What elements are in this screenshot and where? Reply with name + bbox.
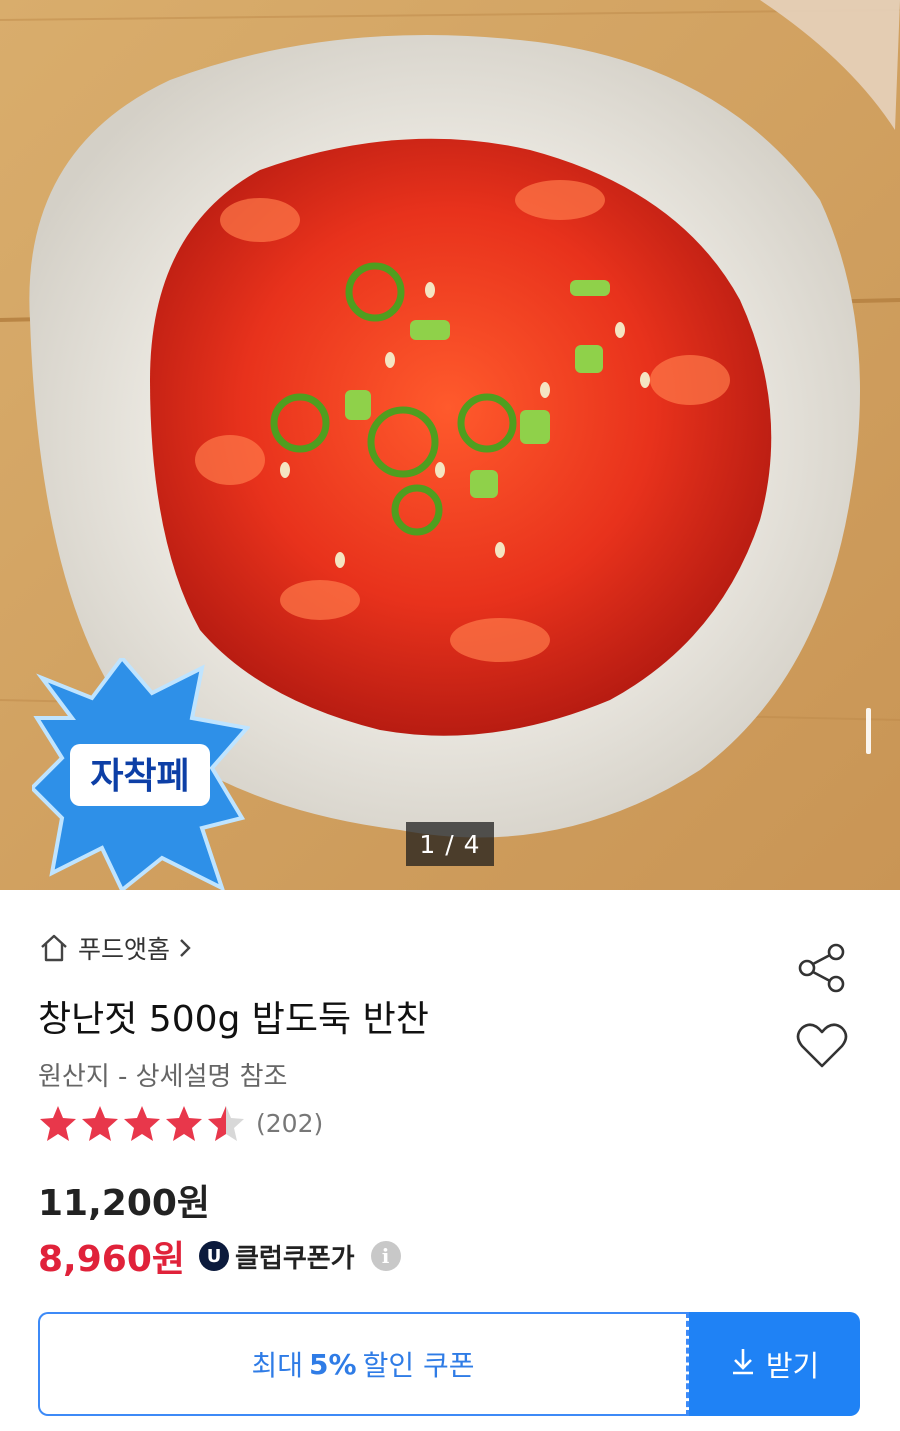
- product-title: 창난젓 500g 밥도둑 반찬: [38, 999, 429, 1040]
- home-icon: [38, 933, 70, 963]
- sale-event-badge: 자착페: [32, 658, 250, 890]
- wishlist-button[interactable]: [796, 1022, 848, 1074]
- download-label: 받기: [765, 1349, 820, 1383]
- origin-text: 원산지 - 상세설명 참조: [38, 1062, 288, 1092]
- download-icon: [730, 1347, 756, 1382]
- rating-row[interactable]: (202): [38, 1104, 323, 1142]
- badge-text: 자착페: [90, 756, 189, 797]
- coupon-description[interactable]: 최대 5% 할인 쿠폰: [38, 1312, 686, 1416]
- club-u-badge: U: [199, 1241, 229, 1271]
- club-coupon-label: 클럽쿠폰가: [235, 1243, 355, 1274]
- star-icon: [166, 1106, 202, 1141]
- sale-price: 8,960원: [38, 1239, 185, 1280]
- product-info-section: 푸드앳홈 창난젓 500g 밥도둑 반찬 원산지 - 상세설명 참조 (202)…: [0, 890, 900, 1431]
- review-count: (202): [256, 1108, 324, 1138]
- heart-icon: [796, 1023, 848, 1074]
- rating-stars: [38, 1104, 246, 1142]
- share-icon: [796, 943, 848, 998]
- star-icon: [82, 1106, 118, 1141]
- store-name: 푸드앳홈: [78, 935, 171, 964]
- info-icon[interactable]: i: [370, 1241, 401, 1271]
- product-image-gallery[interactable]: 자착페 1 / 4: [0, 0, 900, 890]
- star-icon: [40, 1106, 76, 1141]
- store-link[interactable]: 푸드앳홈: [38, 930, 192, 966]
- coupon-suffix: 할인 쿠폰: [362, 1349, 475, 1382]
- chevron-right-icon: [178, 937, 192, 959]
- scroll-indicator: [866, 708, 871, 754]
- coupon-download-button[interactable]: 받기: [689, 1312, 860, 1416]
- star-icon: [124, 1106, 160, 1141]
- coupon-banner[interactable]: 최대 5% 할인 쿠폰 받기: [38, 1312, 860, 1416]
- star-icon: [208, 1106, 244, 1141]
- share-button[interactable]: [796, 942, 848, 998]
- sale-price-row: 8,960원 U 클럽쿠폰가 i: [38, 1230, 401, 1282]
- image-counter: 1 / 4: [406, 822, 494, 866]
- coupon-percent: 5%: [309, 1347, 357, 1381]
- original-price: 11,200원: [38, 1183, 211, 1224]
- coupon-prefix: 최대: [251, 1349, 304, 1382]
